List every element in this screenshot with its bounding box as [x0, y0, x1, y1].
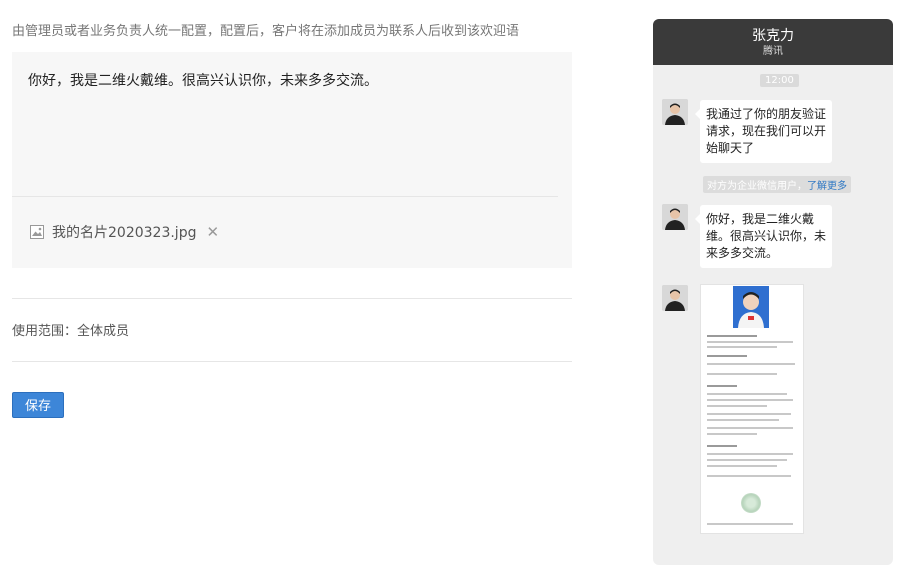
avatar	[662, 99, 688, 125]
divider	[12, 298, 572, 299]
attachment-item: 我的名片2020323.jpg ✕	[30, 222, 219, 242]
attachment-filename: 我的名片2020323.jpg	[52, 225, 197, 241]
business-card-image[interactable]	[700, 284, 804, 534]
system-notice: 对方为企业微信用户，了解更多	[703, 176, 851, 193]
config-description: 由管理员或者业务负责人统一配置，配置后，客户将在添加成员为联系人后收到该欢迎语	[12, 24, 520, 39]
remove-attachment-icon[interactable]: ✕	[206, 224, 219, 240]
contact-name: 张克力	[752, 28, 794, 44]
welcome-message-editor[interactable]: 你好，我是二维火戴维。很高兴认识你，未来多多交流。 我的名片2020323.jp…	[12, 52, 572, 268]
image-icon	[30, 225, 44, 239]
chat-header: 张克力 腾讯	[653, 19, 893, 65]
phone-preview: 张克力 腾讯 12:00 我通过了你的朋友验证请求，现在我们可以开始聊天了 对方…	[653, 19, 893, 565]
avatar	[662, 204, 688, 230]
avatar	[662, 285, 688, 311]
learn-more-link[interactable]: 了解更多	[807, 181, 847, 192]
save-button[interactable]: 保存	[12, 392, 64, 418]
divider	[12, 361, 572, 362]
usage-scope: 使用范围：全体成员	[12, 324, 130, 339]
editor-divider	[12, 196, 558, 197]
chat-bubble: 我通过了你的朋友验证请求，现在我们可以开始聊天了	[695, 100, 832, 163]
chat-bubble: 你好，我是二维火戴维。很高兴认识你，未来多多交流。	[695, 205, 832, 268]
welcome-message-text[interactable]: 你好，我是二维火戴维。很高兴认识你，未来多多交流。	[28, 70, 378, 90]
portrait-photo	[733, 286, 769, 328]
chat-timestamp: 12:00	[760, 74, 799, 87]
contact-organization: 腾讯	[763, 46, 783, 57]
qr-code-icon	[741, 493, 761, 513]
system-notice-text: 对方为企业微信用户，	[707, 181, 807, 192]
